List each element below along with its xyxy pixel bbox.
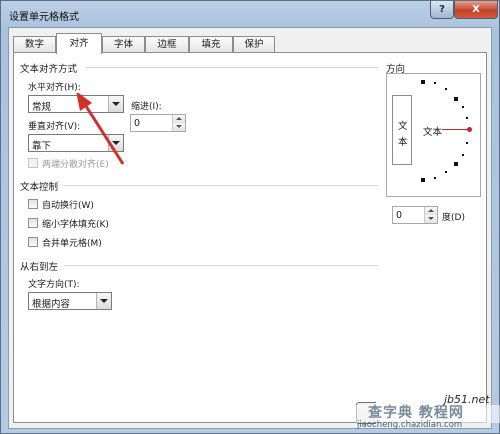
- watermark-url: jiaocheng.chazidian.com: [357, 420, 463, 430]
- dial-mark: [454, 97, 458, 101]
- shrink-to-fit-label[interactable]: 缩小字体填充(K): [42, 217, 109, 230]
- merge-cells-label[interactable]: 合并单元格(M): [42, 236, 102, 249]
- degree-spinner[interactable]: 0: [392, 206, 438, 224]
- chevron-down-icon[interactable]: [96, 293, 111, 309]
- tab-number[interactable]: 数字: [13, 36, 56, 53]
- degree-value: 0: [396, 210, 403, 221]
- merge-cells-checkbox[interactable]: [28, 237, 38, 247]
- vertical-text-char: 文: [398, 121, 408, 132]
- indent-label: 缩进(I):: [131, 102, 162, 112]
- dial-mark: [454, 162, 458, 166]
- orientation-needle: [442, 129, 470, 130]
- dial-mark: [434, 177, 436, 179]
- vertical-align-label: 垂直对齐(V):: [28, 122, 81, 132]
- dial-text: 文本: [423, 127, 443, 138]
- tab-protection[interactable]: 保护: [233, 36, 275, 53]
- dial-mark: [445, 88, 447, 90]
- annotation-arrow-icon: [76, 93, 125, 165]
- horizontal-align-label: 水平对齐(H):: [28, 83, 81, 93]
- spin-down-icon[interactable]: [425, 215, 437, 223]
- text-direction-label: 文字方向(T):: [28, 280, 80, 290]
- dial-mark: [462, 106, 464, 108]
- shrink-to-fit-checkbox[interactable]: [28, 218, 38, 228]
- wrap-text-label[interactable]: 自动换行(W): [42, 198, 94, 211]
- format-cells-dialog: 设置单元格格式 ? X 数字 对齐 字体 边框 填充 保护 文本对齐方式 水平对…: [0, 0, 500, 434]
- text-alignment-heading: 文本对齐方式: [20, 64, 78, 75]
- help-button[interactable]: ?: [430, 1, 454, 19]
- distributed-checkbox[interactable]: [28, 158, 38, 168]
- orientation-handle[interactable]: [467, 127, 472, 132]
- close-button[interactable]: X: [454, 1, 498, 19]
- tab-fill[interactable]: 填充: [189, 36, 233, 53]
- indent-value: 0: [134, 118, 141, 129]
- divider: [64, 265, 378, 266]
- dial-mark: [421, 178, 425, 182]
- right-to-left-heading: 从右到左: [20, 262, 59, 273]
- horizontal-align-value: 常规: [32, 102, 52, 113]
- tab-border[interactable]: 边框: [145, 36, 189, 53]
- orientation-box: 文 本 文本: [386, 73, 481, 197]
- text-control-heading: 文本控制: [20, 182, 59, 193]
- alignment-panel: 文本对齐方式 水平对齐(H): 常规 缩进(I): 0 垂直对齐(V): 靠下: [13, 52, 487, 423]
- text-direction-select[interactable]: 根据内容: [28, 292, 112, 310]
- tab-font[interactable]: 字体: [102, 36, 145, 53]
- vertical-align-value: 靠下: [32, 141, 52, 152]
- dial-mark: [421, 80, 425, 84]
- dial-mark: [466, 142, 468, 144]
- watermark-logo: 查字典 教程网: [368, 405, 464, 421]
- title-bar[interactable]: 设置单元格格式 ? X: [1, 1, 499, 27]
- dial-mark: [434, 82, 436, 84]
- dial-mark: [445, 171, 447, 173]
- divider: [64, 185, 378, 186]
- spin-down-icon[interactable]: [173, 123, 185, 131]
- indent-spinner[interactable]: 0: [130, 114, 186, 132]
- wrap-text-checkbox[interactable]: [28, 199, 38, 209]
- degree-label: 度(D): [442, 213, 465, 223]
- tab-alignment[interactable]: 对齐: [56, 33, 102, 54]
- dialog-title: 设置单元格格式: [9, 12, 79, 23]
- text-direction-value: 根据内容: [32, 299, 71, 310]
- dial-mark: [462, 154, 464, 156]
- dial-mark: [466, 117, 468, 119]
- vertical-text-char: 本: [398, 137, 408, 148]
- divider: [86, 67, 378, 68]
- dialog-body: 数字 对齐 字体 边框 填充 保护 文本对齐方式 水平对齐(H): 常规 缩进(…: [8, 27, 492, 429]
- vertical-text-button[interactable]: 文 本: [392, 95, 412, 165]
